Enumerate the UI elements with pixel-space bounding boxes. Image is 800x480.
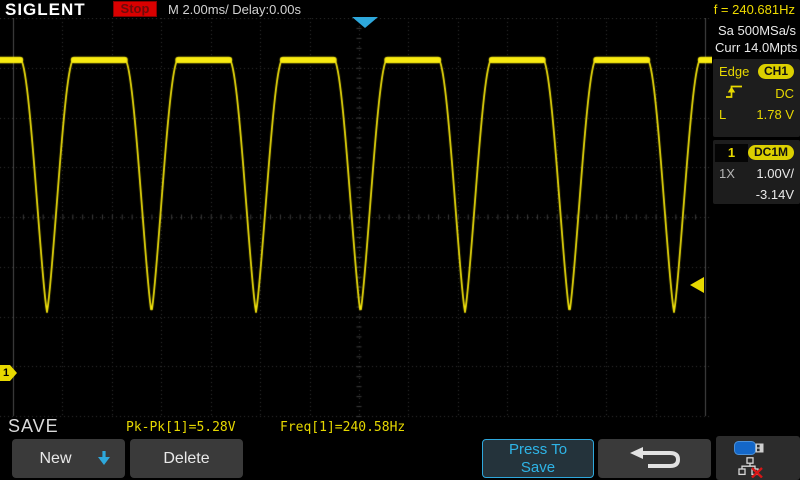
trigger-position-marker-icon[interactable]: [352, 17, 378, 28]
measurement-freq: Freq[1]=240.58Hz: [280, 420, 405, 435]
delete-button-label: Delete: [163, 450, 209, 468]
probe-attenuation-label: 1X: [719, 166, 735, 181]
lan-disconnected-icon: [737, 457, 765, 478]
sample-rate-readout: Sa 500MSa/s: [718, 23, 796, 38]
trigger-level-prefix: L: [719, 107, 726, 122]
channel-number-box: 1: [715, 144, 748, 162]
frequency-counter: f = 240.681Hz: [714, 2, 795, 17]
back-button[interactable]: [598, 439, 711, 478]
press-to-save-button[interactable]: Press To Save: [482, 439, 594, 478]
timebase-readout[interactable]: M 2.00ms/ Delay:0.00s: [168, 2, 301, 17]
memory-depth-readout: Curr 14.0Mpts: [715, 40, 797, 55]
brand-logo: SIGLENT: [5, 0, 86, 20]
save-button-line1: Press To: [509, 441, 567, 459]
measurement-pkpk: Pk-Pk[1]=5.28V: [126, 420, 236, 435]
status-icons-panel: [716, 436, 800, 480]
rising-edge-icon: [725, 84, 743, 104]
new-button[interactable]: New: [12, 439, 125, 478]
channel-coupling-badge: DC1M: [748, 145, 794, 160]
vertical-scale-readout: 1.00V/: [756, 166, 794, 181]
run-state-badge[interactable]: Stop: [113, 1, 157, 17]
trigger-level-value: 1.78 V: [756, 107, 794, 122]
dropdown-arrow-icon: [97, 450, 111, 466]
oscilloscope-screen: SIGLENT Stop M 2.00ms/ Delay:0.00s f = 2…: [0, 0, 800, 480]
waveform-display: [0, 18, 712, 418]
menu-title: SAVE: [8, 416, 59, 437]
vertical-offset-readout: -3.14V: [756, 187, 794, 202]
trigger-coupling-label: DC: [775, 86, 794, 101]
trigger-source-badge: CH1: [758, 64, 794, 79]
save-button-line2: Save: [521, 459, 555, 477]
channel1-info-panel[interactable]: 1 DC1M 1X 1.00V/ -3.14V: [713, 140, 800, 204]
trigger-level-marker-icon[interactable]: [690, 277, 704, 293]
usb-icon: [734, 440, 766, 456]
delete-button[interactable]: Delete: [130, 439, 243, 478]
new-button-label: New: [39, 450, 71, 468]
trigger-type-label: Edge: [719, 64, 749, 79]
trigger-info-panel[interactable]: Edge CH1 DC L 1.78 V: [713, 59, 800, 137]
return-arrow-icon: [627, 446, 683, 472]
